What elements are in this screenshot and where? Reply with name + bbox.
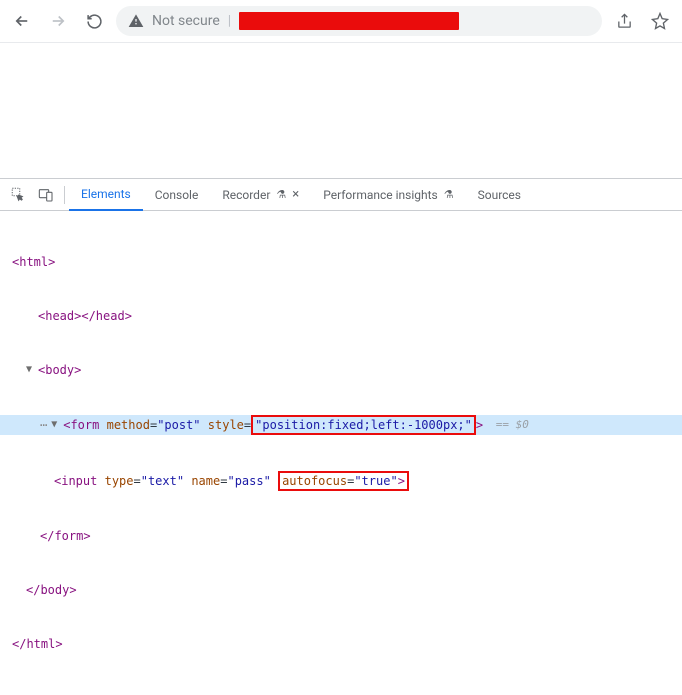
dom-node[interactable]: </body> [0,581,682,599]
dom-tree[interactable]: <html> <head></head> ▼<body> ⋯▼<form met… [0,211,682,695]
tab-label: Console [155,188,199,202]
share-icon [616,13,633,30]
reload-button[interactable] [80,7,108,35]
tab-console[interactable]: Console [143,180,211,210]
arrow-left-icon [13,12,31,30]
device-toggle-button[interactable] [32,182,60,208]
device-icon [38,187,54,203]
address-bar[interactable]: Not secure | [116,6,602,36]
page-content [0,42,682,178]
ellipsis-icon[interactable]: ⋯ [40,416,47,434]
warning-icon [128,13,144,29]
arrow-right-icon [49,12,67,30]
tab-label: Recorder [222,188,270,202]
tab-label: Sources [478,188,521,202]
tab-sources[interactable]: Sources [466,180,533,210]
highlight-box: "position:fixed;left:-1000px;" [251,415,476,435]
disclosure-icon[interactable]: ▼ [26,361,36,379]
highlight-box: autofocus="true"> [278,471,409,491]
tab-recorder[interactable]: Recorder ⚗ × [210,180,311,210]
share-button[interactable] [610,7,638,35]
flask-icon: ⚗ [276,188,286,201]
devtools-panel: Elements Console Recorder ⚗ × Performanc… [0,178,682,695]
dom-node[interactable]: </form> [0,527,682,545]
tab-label: Performance insights [323,188,438,202]
tab-label: Elements [81,187,131,201]
flask-icon: ⚗ [444,188,454,201]
browser-toolbar: Not secure | [0,0,682,42]
dom-node[interactable]: <html> [0,253,682,271]
star-icon [651,12,669,30]
selected-indicator: == $0 [489,416,529,434]
back-button[interactable] [8,7,36,35]
tab-elements[interactable]: Elements [69,179,143,211]
separator: | [228,13,231,29]
inspect-icon [11,187,26,202]
reload-icon [86,13,103,30]
close-icon[interactable]: × [292,187,299,202]
divider [64,186,65,204]
tab-performance-insights[interactable]: Performance insights ⚗ [311,180,465,210]
dom-node[interactable]: <head></head> [0,307,682,325]
devtools-tabs: Elements Console Recorder ⚗ × Performanc… [0,179,682,211]
dom-node[interactable]: </html> [0,635,682,653]
url-redacted [239,12,459,30]
dom-node[interactable]: <input type="text" name="pass" autofocus… [0,471,682,491]
disclosure-icon[interactable]: ▼ [51,416,61,434]
dom-node-selected[interactable]: ⋯▼<form method="post" style="position:fi… [0,415,682,435]
inspect-button[interactable] [4,182,32,208]
dom-node[interactable]: ▼<body> [0,361,682,379]
bookmark-button[interactable] [646,7,674,35]
security-status: Not secure [152,13,220,29]
forward-button[interactable] [44,7,72,35]
